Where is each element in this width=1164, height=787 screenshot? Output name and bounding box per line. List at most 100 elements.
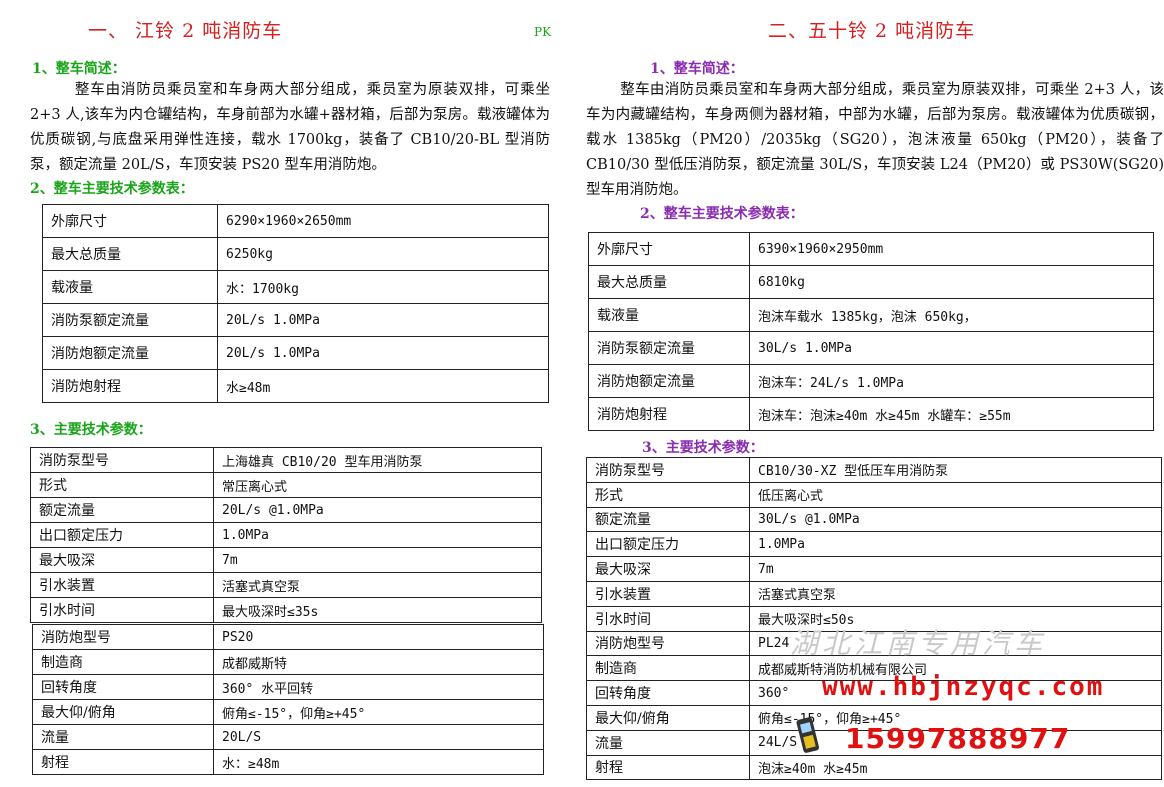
spec-value: 最大吸深时≤50s	[749, 605, 1162, 632]
spec-label: 引水装置	[586, 580, 750, 607]
spec-row: 制造商 成都威斯特消防机械有限公司	[586, 655, 1162, 682]
spec-value: 20L/S	[213, 724, 544, 750]
spec-row: 流量 24L/S	[586, 729, 1162, 756]
spec-row: 外廓尺寸 6390×1960×2950mm	[588, 232, 1154, 266]
spec-row: 引水装置 活塞式真空泵	[30, 572, 542, 598]
spec-value: 1.0MPa	[213, 522, 542, 548]
spec-label: 外廓尺寸	[42, 204, 218, 238]
spec-value: 6390×1960×2950mm	[749, 232, 1154, 266]
left-params-table: 外廓尺寸 6290×1960×2650mm 最大总质量 6250kg 载液量 水：1700…	[42, 204, 549, 403]
spec-value: 泡沫车载水 1385kg，泡沫 650kg，	[749, 298, 1154, 332]
spec-label: 制造商	[586, 655, 750, 682]
spec-label: 出口额定压力	[586, 531, 750, 558]
spec-row: 载液量 水：1700kg	[42, 270, 549, 304]
spec-value: 30L/s 1.0MPa	[749, 331, 1154, 365]
spec-label: 消防炮型号	[32, 624, 214, 650]
spec-value: 俯角≤-15°，仰角≥+45°	[213, 699, 544, 725]
right-specs-table: 消防泵型号 CB10/30-XZ 型低压车用消防泵 形式 低压离心式 额定流量 30L/s…	[586, 457, 1162, 781]
spec-label: 消防炮额定流量	[42, 336, 218, 370]
spec-value: 泡沫车：24L/s 1.0MPa	[749, 364, 1154, 398]
right-overview-heading: 1、整车简述：	[650, 61, 744, 77]
right-title: 二、五十铃 2 吨消防车	[768, 20, 976, 42]
spec-row: 消防炮射程 水≥48m	[42, 369, 549, 403]
right-params-table: 外廓尺寸 6390×1960×2950mm 最大总质量 6810kg 载液量 泡沫车载水 …	[588, 232, 1154, 431]
spec-value: 水：1700kg	[217, 270, 549, 304]
spec-row: 消防泵型号 CB10/30-XZ 型低压车用消防泵	[586, 457, 1162, 483]
left-cannon-table: 消防炮型号 PS20 制造商 成都威斯特 回转角度 360° 水平回转 最大仰/俯角 俯角≤-…	[32, 624, 544, 775]
spec-row: 形式 常压离心式	[30, 472, 542, 498]
spec-value: 水：≥48m	[213, 749, 544, 775]
spec-value: 360°	[749, 680, 1162, 706]
spec-value: 6810kg	[749, 265, 1154, 299]
right-params-heading: 2、整车主要技术参数表：	[640, 206, 804, 222]
spec-value: CB10/30-XZ 型低压车用消防泵	[749, 457, 1162, 483]
spec-value: 6290×1960×2650mm	[217, 204, 549, 238]
spec-label: 消防炮额定流量	[588, 364, 750, 398]
spec-label: 消防泵额定流量	[42, 303, 218, 337]
spec-row: 出口额定压力 1.0MPa	[30, 522, 542, 548]
spec-label: 载液量	[588, 298, 750, 332]
left-title: 一、 江铃 2 吨消防车	[88, 20, 283, 42]
spec-label: 引水时间	[586, 605, 750, 632]
spec-row: 额定流量 30L/s @1.0MPa	[586, 506, 1162, 533]
spec-label: 最大仰/俯角	[32, 699, 214, 725]
spec-row: 射程 泡沫≥40m 水≥45m	[586, 754, 1162, 781]
spec-label: 消防泵型号	[30, 447, 214, 473]
spec-row: 最大吸深 7m	[30, 547, 542, 573]
spec-row: 流量 20L/S	[32, 724, 544, 750]
right-overview-body: 整车由消防员乘员室和车身两大部分组成，乘员室为原装双排，可乘坐 2+3 人，该车…	[586, 82, 1164, 198]
spec-label: 消防炮射程	[42, 369, 218, 403]
spec-value: 泡沫车：泡沫≥40m 水≥45m 水罐车：≥55m	[749, 397, 1154, 431]
spec-label: 引水装置	[30, 572, 214, 598]
spec-value: 低压离心式	[749, 481, 1162, 508]
spec-label: 最大仰/俯角	[586, 704, 750, 731]
spec-row: 消防泵额定流量 20L/s 1.0MPa	[42, 303, 549, 337]
right-overview-text: 整车由消防员乘员室和车身两大部分组成，乘员室为原装双排，可乘坐 2+3 人，该车…	[586, 78, 1164, 203]
spec-row: 载液量 泡沫车载水 1385kg，泡沫 650kg，	[588, 298, 1154, 332]
spec-value: 成都威斯特	[213, 649, 544, 675]
left-overview-text: 整车由消防员乘员室和车身两大部分组成，乘员室为原装双排，可乘坐 2+3 人,该车…	[30, 78, 550, 178]
spec-row: 引水时间 最大吸深时≤50s	[586, 605, 1162, 632]
spec-row: 形式 低压离心式	[586, 481, 1162, 508]
left-overview-heading: 1、整车简述：	[32, 61, 126, 77]
spec-label: 出口额定压力	[30, 522, 214, 548]
spec-label: 形式	[586, 481, 750, 508]
left-overview-body: 整车由消防员乘员室和车身两大部分组成，乘员室为原装双排，可乘坐 2+3 人,该车…	[30, 82, 550, 173]
spec-label: 外廓尺寸	[588, 232, 750, 266]
spec-label: 最大总质量	[588, 265, 750, 299]
spec-value: 水≥48m	[217, 369, 549, 403]
left-pump-table: 消防泵型号 上海雄真 CB10/20 型车用消防泵 形式 常压离心式 额定流量 20L/s…	[30, 447, 542, 623]
spec-label: 制造商	[32, 649, 214, 675]
spec-value: PS20	[213, 624, 544, 650]
spec-row: 最大总质量 6810kg	[588, 265, 1154, 299]
spec-label: 载液量	[42, 270, 218, 304]
spec-label: 引水时间	[30, 597, 214, 623]
spec-label: 额定流量	[586, 506, 750, 533]
spec-row: 消防泵额定流量 30L/s 1.0MPa	[588, 331, 1154, 365]
spec-row: 回转角度 360°	[586, 680, 1162, 706]
spec-value: 活塞式真空泵	[749, 580, 1162, 607]
pk-mark: PK	[534, 25, 552, 39]
spec-value: 成都威斯特消防机械有限公司	[749, 655, 1162, 682]
spec-label: 最大吸深	[586, 556, 750, 582]
spec-label: 消防泵额定流量	[588, 331, 750, 365]
spec-label: 形式	[30, 472, 214, 498]
spec-value: 泡沫≥40m 水≥45m	[749, 754, 1162, 781]
phone-icon	[796, 717, 819, 753]
spec-value: PL24	[749, 630, 1162, 657]
spec-row: 回转角度 360° 水平回转	[32, 674, 544, 700]
spec-row: 消防炮型号 PL24	[586, 630, 1162, 657]
spec-value: 6250kg	[217, 237, 549, 271]
spec-row: 消防炮额定流量 泡沫车：24L/s 1.0MPa	[588, 364, 1154, 398]
spec-row: 引水装置 活塞式真空泵	[586, 580, 1162, 607]
spec-row: 消防炮射程 泡沫车：泡沫≥40m 水≥45m 水罐车：≥55m	[588, 397, 1154, 431]
spec-row: 最大仰/俯角 俯角≤-15°，仰角≥+45°	[586, 704, 1162, 731]
spec-row: 消防炮额定流量 20L/s 1.0MPa	[42, 336, 549, 370]
spec-value: 上海雄真 CB10/20 型车用消防泵	[213, 447, 542, 473]
spec-value: 7m	[213, 547, 542, 573]
spec-row: 射程 水：≥48m	[32, 749, 544, 775]
spec-value: 1.0MPa	[749, 531, 1162, 558]
spec-row: 消防泵型号 上海雄真 CB10/20 型车用消防泵	[30, 447, 542, 473]
spec-value: 常压离心式	[213, 472, 542, 498]
spec-row: 引水时间 最大吸深时≤35s	[30, 597, 542, 623]
